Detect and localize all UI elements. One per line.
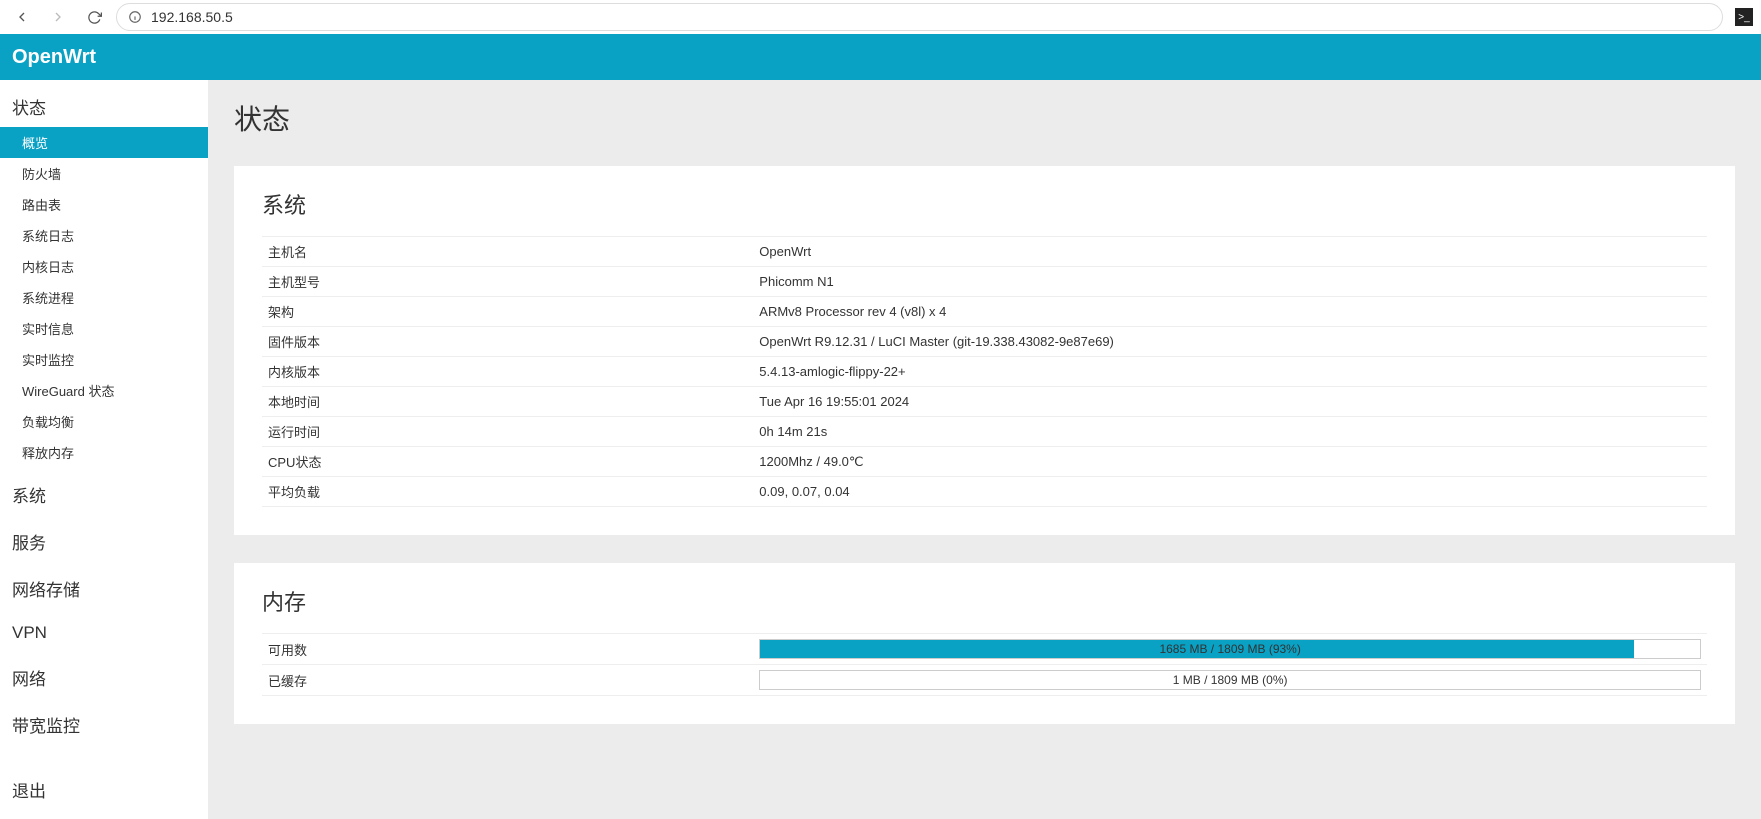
sidebar-item-realtime-monitor[interactable]: 实时监控 [0,344,208,375]
system-card-title: 系统 [262,188,1707,220]
row-key: 本地时间 [262,387,753,417]
memory-table: 可用数 1685 MB / 1809 MB (93%) 已缓存 1 MB / 1809… [262,633,1707,696]
progress-bar: 1685 MB / 1809 MB (93%) [759,639,1701,659]
row-key: 主机名 [262,237,753,267]
row-key: 运行时间 [262,417,753,447]
app-header: OpenWrt [0,34,1761,80]
browser-chrome-bar: 192.168.50.5 >_ [0,0,1761,34]
sidebar-item-overview[interactable]: 概览 [0,127,208,158]
table-row: 主机型号Phicomm N1 [262,267,1707,297]
sidebar-section-bandwidth[interactable]: 带宽监控 [0,698,208,745]
row-value: Phicomm N1 [753,267,1707,297]
extension-icon[interactable]: >_ [1735,8,1753,26]
row-key: 平均负载 [262,477,753,507]
table-row: 本地时间Tue Apr 16 19:55:01 2024 [262,387,1707,417]
sidebar-item-loadbalance[interactable]: 负载均衡 [0,406,208,437]
system-card: 系统 主机名OpenWrt主机型号Phicomm N1架构ARMv8 Proce… [234,166,1735,535]
address-bar[interactable]: 192.168.50.5 [116,3,1723,31]
row-key: 已缓存 [262,665,753,696]
brand-text[interactable]: OpenWrt [12,46,96,69]
sidebar-item-processes[interactable]: 系统进程 [0,282,208,313]
sidebar-item-freemem[interactable]: 释放内存 [0,437,208,468]
back-button[interactable] [8,3,36,31]
url-text: 192.168.50.5 [151,9,233,25]
table-row: 可用数 1685 MB / 1809 MB (93%) [262,634,1707,665]
row-value: 0h 14m 21s [753,417,1707,447]
row-value: 1 MB / 1809 MB (0%) [753,665,1707,696]
row-key: 主机型号 [262,267,753,297]
sidebar-section-system[interactable]: 系统 [0,468,208,515]
table-row: 内核版本5.4.13-amlogic-flippy-22+ [262,357,1707,387]
row-key: CPU状态 [262,447,753,477]
sidebar-section-vpn[interactable]: VPN [0,609,208,651]
row-value: OpenWrt [753,237,1707,267]
sidebar-item-kernellog[interactable]: 内核日志 [0,251,208,282]
sidebar-section-services[interactable]: 服务 [0,515,208,562]
row-key: 架构 [262,297,753,327]
table-row: 架构ARMv8 Processor rev 4 (v8l) x 4 [262,297,1707,327]
row-key: 固件版本 [262,327,753,357]
row-value: ARMv8 Processor rev 4 (v8l) x 4 [753,297,1707,327]
table-row: 主机名OpenWrt [262,237,1707,267]
main-content: 状态 系统 主机名OpenWrt主机型号Phicomm N1架构ARMv8 Pr… [208,80,1761,819]
page-title: 状态 [234,98,1735,138]
progress-label: 1 MB / 1809 MB (0%) [760,671,1700,689]
row-key: 可用数 [262,634,753,665]
forward-button[interactable] [44,3,72,31]
table-row: 运行时间0h 14m 21s [262,417,1707,447]
row-value: 1685 MB / 1809 MB (93%) [753,634,1707,665]
row-value: 1200Mhz / 49.0℃ [753,447,1707,477]
row-value: OpenWrt R9.12.31 / LuCI Master (git-19.3… [753,327,1707,357]
sidebar-item-syslog[interactable]: 系统日志 [0,220,208,251]
system-table: 主机名OpenWrt主机型号Phicomm N1架构ARMv8 Processo… [262,236,1707,507]
table-row: 已缓存 1 MB / 1809 MB (0%) [262,665,1707,696]
table-row: CPU状态1200Mhz / 49.0℃ [262,447,1707,477]
memory-card-title: 内存 [262,585,1707,617]
sidebar-item-routes[interactable]: 路由表 [0,189,208,220]
reload-button[interactable] [80,3,108,31]
site-info-icon[interactable] [127,9,143,25]
progress-bar: 1 MB / 1809 MB (0%) [759,670,1701,690]
table-row: 平均负载0.09, 0.07, 0.04 [262,477,1707,507]
sidebar-section-status[interactable]: 状态 [0,80,208,127]
sidebar-item-firewall[interactable]: 防火墙 [0,158,208,189]
row-value: Tue Apr 16 19:55:01 2024 [753,387,1707,417]
sidebar-section-network[interactable]: 网络 [0,651,208,698]
sidebar-item-realtime-info[interactable]: 实时信息 [0,313,208,344]
sidebar-item-wireguard[interactable]: WireGuard 状态 [0,375,208,406]
row-value: 5.4.13-amlogic-flippy-22+ [753,357,1707,387]
table-row: 固件版本OpenWrt R9.12.31 / LuCI Master (git-… [262,327,1707,357]
progress-label: 1685 MB / 1809 MB (93%) [760,640,1700,658]
memory-card: 内存 可用数 1685 MB / 1809 MB (93%) 已缓存 1 MB / 1… [234,563,1735,724]
sidebar-logout[interactable]: 退出 [0,763,208,810]
row-key: 内核版本 [262,357,753,387]
row-value: 0.09, 0.07, 0.04 [753,477,1707,507]
sidebar-section-nas[interactable]: 网络存储 [0,562,208,609]
sidebar: 状态 概览 防火墙 路由表 系统日志 内核日志 系统进程 实时信息 实时监控 W… [0,80,208,819]
